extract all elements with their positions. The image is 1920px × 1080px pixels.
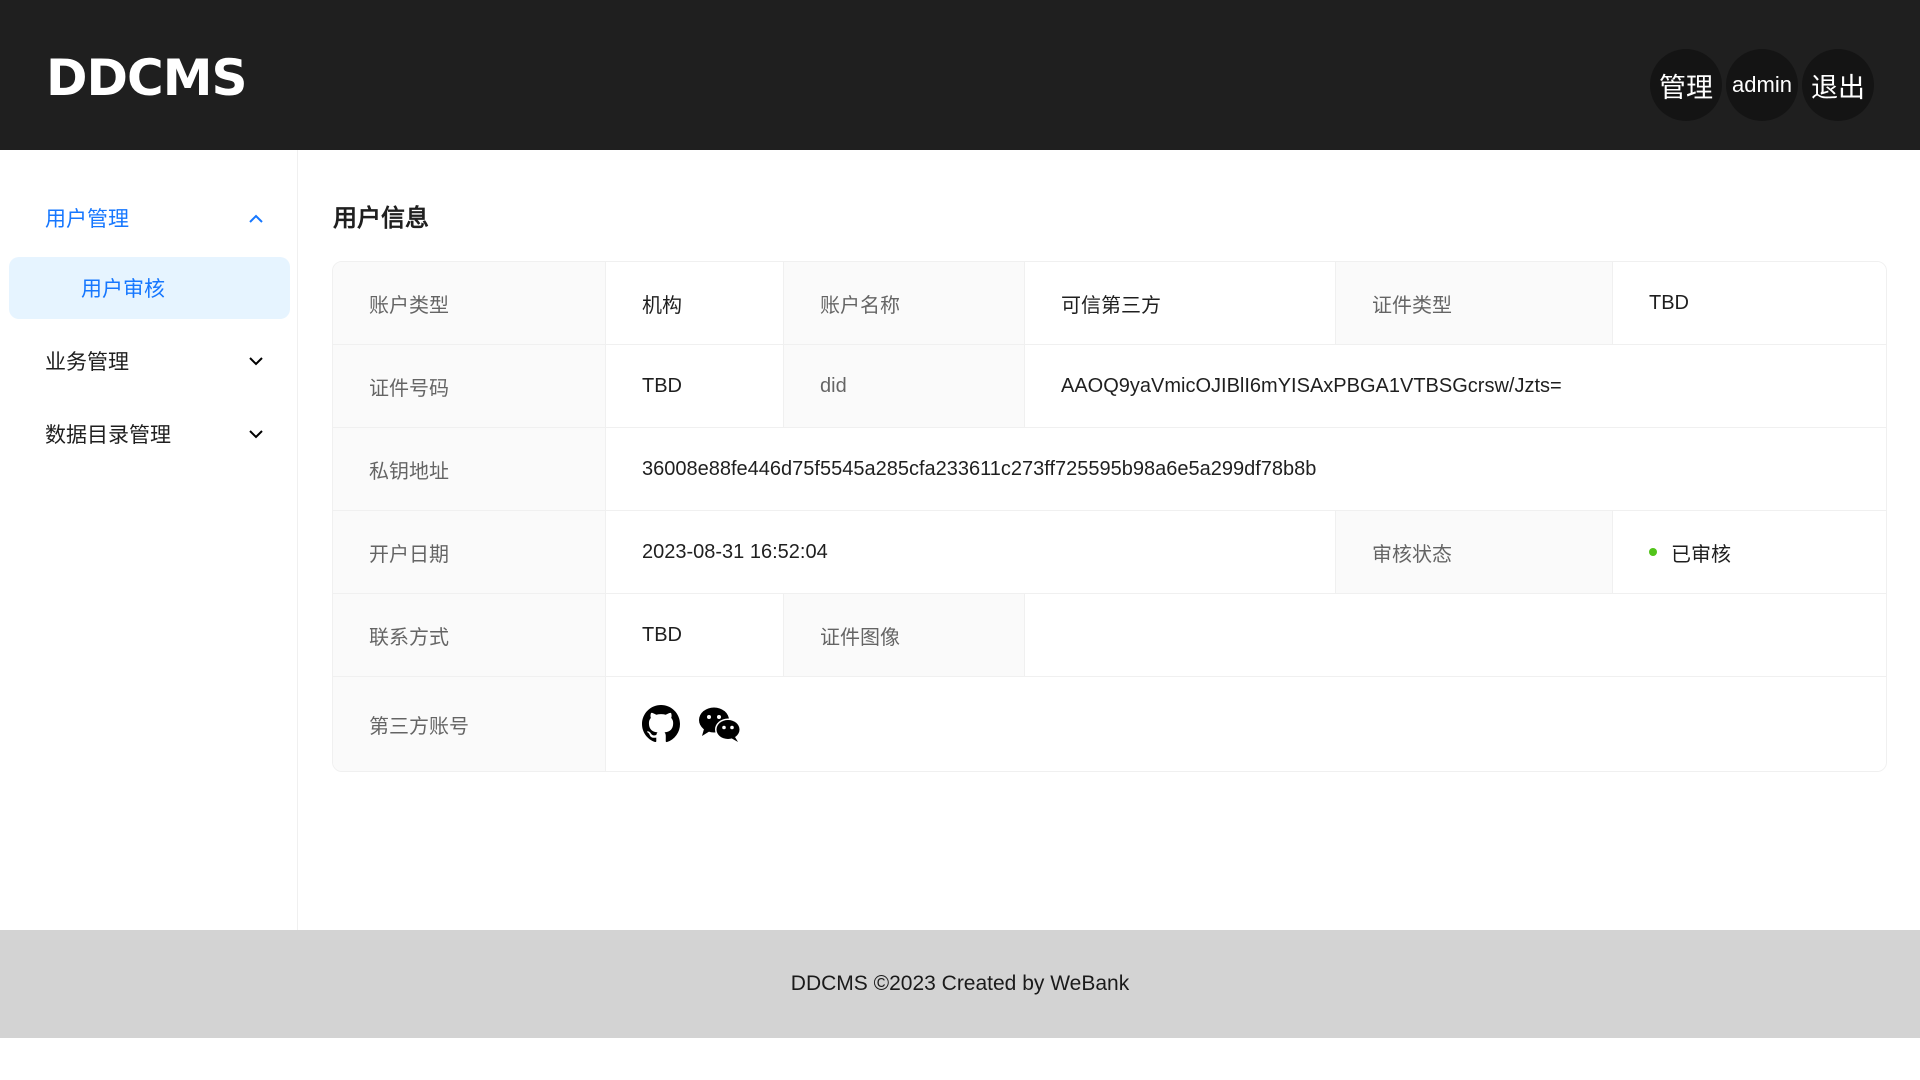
cert-number-value: TBD	[606, 345, 784, 427]
review-status-value: 已审核	[1613, 511, 1886, 593]
account-name-value: 可信第三方	[1025, 262, 1336, 344]
chevron-down-icon	[248, 353, 264, 369]
cert-image-value	[1025, 594, 1886, 676]
third-party-icons	[642, 705, 742, 743]
review-status-label: 审核状态	[1336, 511, 1613, 593]
user-info-descriptions: 账户类型 机构 账户名称 可信第三方 证件类型 TBD 证件号码 TBD did…	[332, 261, 1887, 772]
admin-manage-button[interactable]: 管理	[1650, 49, 1722, 121]
contact-value: TBD	[606, 594, 784, 676]
cert-number-label: 证件号码	[333, 345, 606, 427]
third-party-label: 第三方账号	[333, 677, 606, 771]
open-date-label: 开户日期	[333, 511, 606, 593]
table-row: 私钥地址 36008e88fe446d75f5545a285cfa233611c…	[333, 428, 1886, 511]
account-type-label: 账户类型	[333, 262, 606, 344]
footer-text: DDCMS ©2023 Created by WeBank	[790, 972, 1130, 995]
account-name-label: 账户名称	[784, 262, 1025, 344]
cert-image-label: 证件图像	[784, 594, 1025, 676]
table-row: 账户类型 机构 账户名称 可信第三方 证件类型 TBD	[333, 262, 1886, 345]
did-label: did	[784, 345, 1025, 427]
main-content: 用户信息 账户类型 机构 账户名称 可信第三方 证件类型 TBD 证件号码 TB…	[298, 150, 1920, 930]
account-type-value: 机构	[606, 262, 784, 344]
github-icon[interactable]	[642, 705, 680, 743]
app-logo[interactable]: DDCMS	[46, 48, 247, 108]
page-footer: DDCMS ©2023 Created by WeBank	[0, 930, 1920, 1038]
sidebar-item-data-catalog-management[interactable]: 数据目录管理	[0, 404, 298, 464]
sidebar-item-business-management[interactable]: 业务管理	[0, 331, 298, 391]
status-badge-text: 已审核	[1671, 543, 1731, 566]
chevron-up-icon	[248, 210, 264, 226]
logout-button[interactable]: 退出	[1802, 49, 1874, 121]
top-header: DDCMS 管理 admin 退出	[0, 0, 1920, 150]
sidebar-item-label: 业务管理	[45, 351, 129, 374]
sidebar-menu: 用户管理 用户审核 业务管理 数据目录管理	[0, 150, 298, 930]
table-row: 开户日期 2023-08-31 16:52:04 审核状态 已审核	[333, 511, 1886, 594]
table-row: 联系方式 TBD 证件图像	[333, 594, 1886, 677]
table-row: 证件号码 TBD did AAOQ9yaVmicOJIBlI6mYISAxPBG…	[333, 345, 1886, 428]
header-actions: 管理 admin 退出	[1650, 49, 1874, 121]
contact-label: 联系方式	[333, 594, 606, 676]
sidebar-item-label: 用户管理	[45, 208, 129, 231]
cert-type-label: 证件类型	[1336, 262, 1613, 344]
private-key-value: 36008e88fe446d75f5545a285cfa233611c273ff…	[606, 428, 1886, 510]
cert-type-value: TBD	[1613, 262, 1886, 344]
page-title: 用户信息	[333, 205, 429, 232]
status-badge-dot	[1649, 548, 1657, 556]
third-party-value	[606, 677, 1886, 771]
did-value: AAOQ9yaVmicOJIBlI6mYISAxPBGA1VTBSGcrsw/J…	[1025, 345, 1886, 427]
private-key-label: 私钥地址	[333, 428, 606, 510]
sidebar-item-user-management[interactable]: 用户管理	[0, 188, 298, 248]
table-row: 第三方账号	[333, 677, 1886, 771]
sidebar-item-label: 数据目录管理	[45, 424, 171, 447]
chevron-down-icon	[248, 426, 264, 442]
sidebar-item-user-review[interactable]: 用户审核	[9, 257, 290, 319]
sidebar-item-label: 用户审核	[81, 278, 165, 301]
wechat-icon[interactable]	[698, 705, 742, 743]
user-account-button[interactable]: admin	[1726, 49, 1798, 121]
open-date-value: 2023-08-31 16:52:04	[606, 511, 1336, 593]
